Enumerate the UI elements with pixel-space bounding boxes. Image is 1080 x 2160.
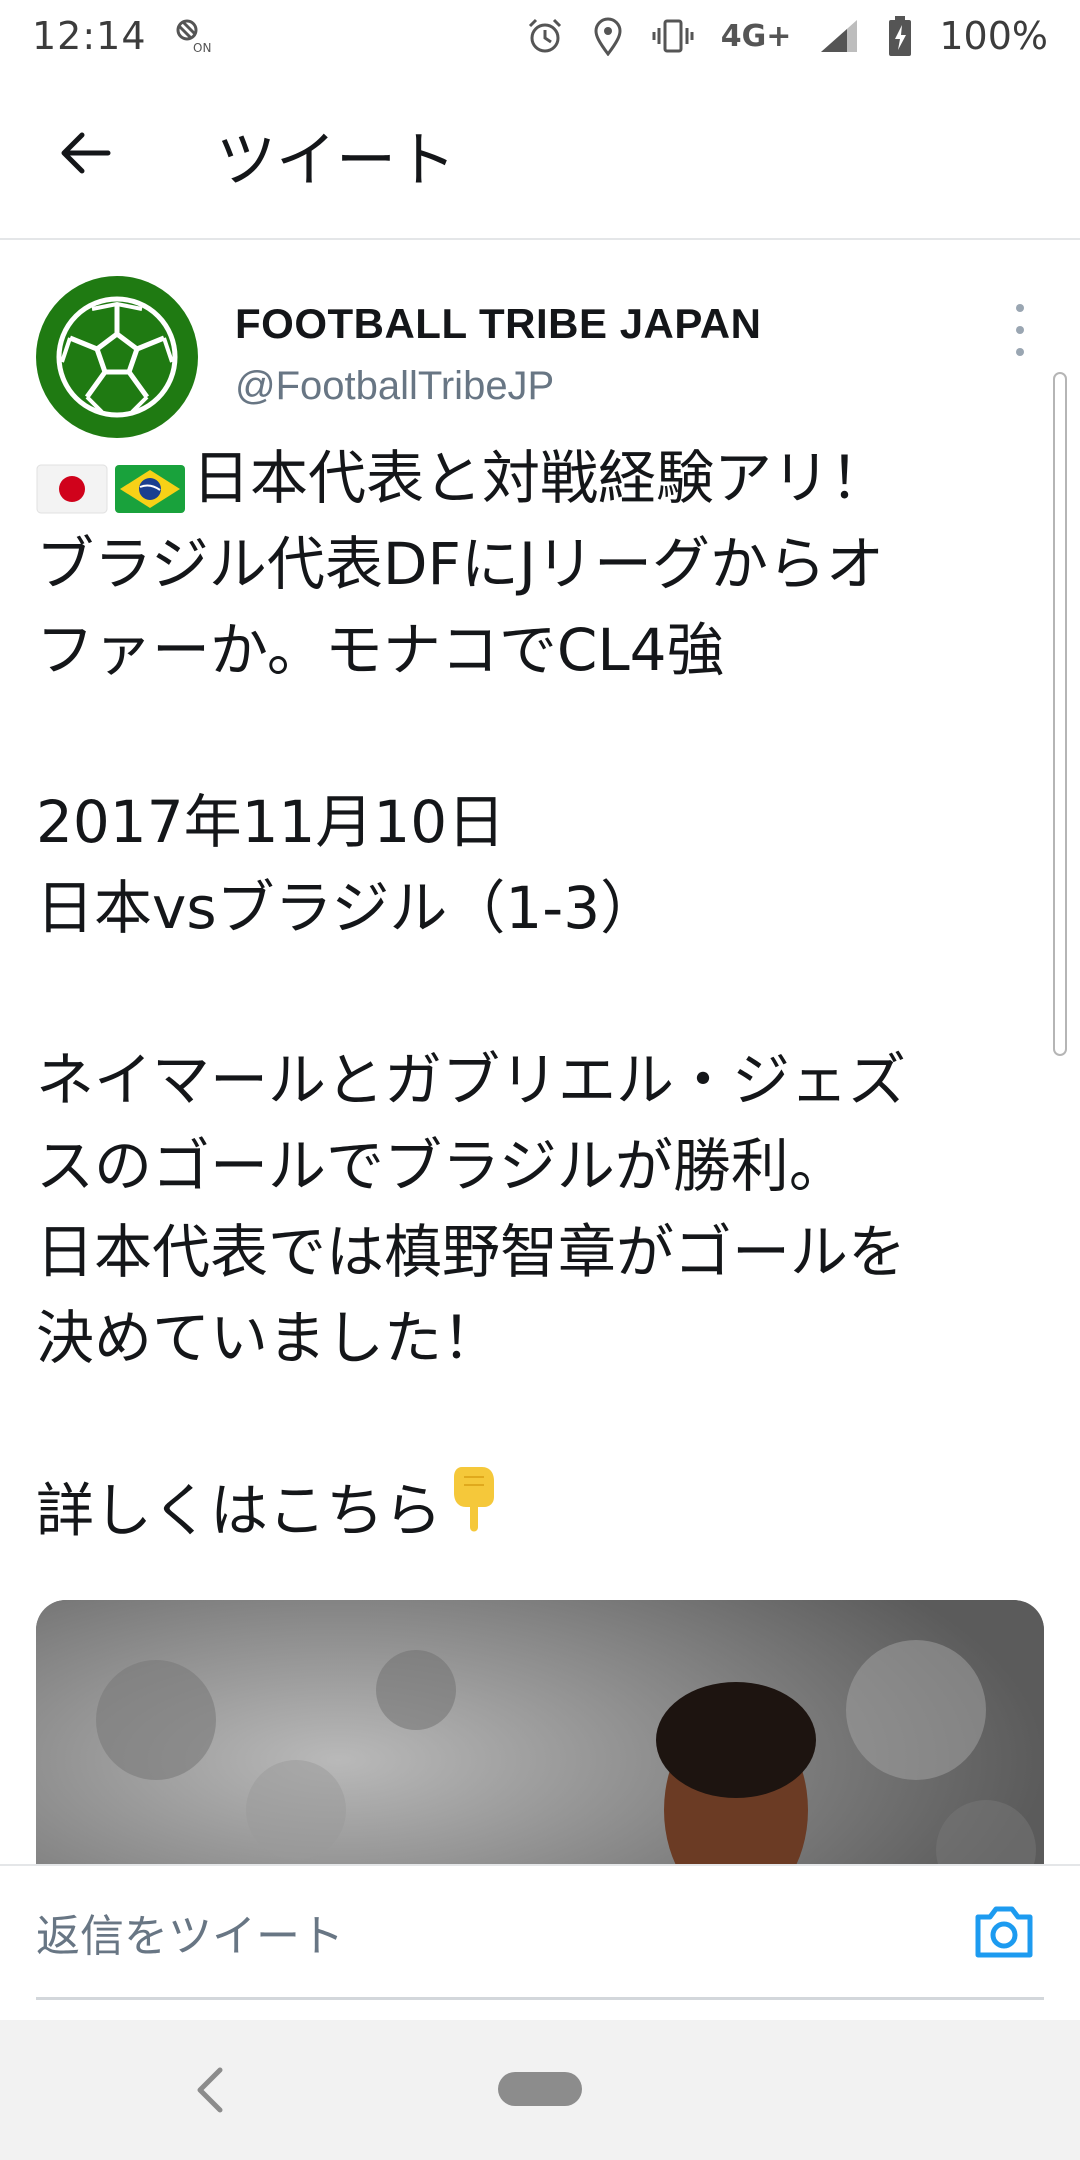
- vibrate-icon: [651, 16, 695, 56]
- flag-brazil-icon: [114, 451, 186, 513]
- location-icon: [591, 16, 625, 56]
- tweet-line: ファーか。モナコでCL4強: [36, 616, 725, 684]
- tweet-line: ブラジル代表DFにJリーグからオ: [36, 530, 884, 598]
- signal-icon: [817, 16, 861, 56]
- tweet-media[interactable]: [36, 1600, 1044, 1864]
- app-header: ツイート: [0, 72, 1080, 240]
- svg-text:ON: ON: [193, 41, 211, 55]
- pointing-down-icon: [448, 1463, 502, 1558]
- reply-bar: 返信をツイート: [0, 1864, 1080, 2020]
- flag-japan-icon: [36, 451, 108, 514]
- tweet[interactable]: FOOTBALL TRIBE JAPAN @FootballTribeJP 日本…: [0, 240, 1080, 1864]
- player-photo: [36, 1600, 1044, 1864]
- tweet-line: ネイマールとガブリエル・ジェズ: [36, 1046, 907, 1114]
- more-options-icon[interactable]: [1000, 300, 1040, 360]
- camera-icon[interactable]: [964, 1892, 1044, 1972]
- battery-level: 100%: [939, 14, 1048, 58]
- author-name[interactable]: FOOTBALL TRIBE JAPAN: [235, 300, 761, 348]
- author-handle[interactable]: @FootballTribeJP: [235, 364, 554, 409]
- nfc-on-icon: ON: [173, 16, 213, 56]
- battery-charging-icon: [887, 15, 913, 57]
- tweet-text: 日本代表と対戦経験アリ！ ブラジル代表DFにJリーグからオ ファーか。モナコでC…: [36, 435, 1046, 1553]
- scrollbar[interactable]: [1053, 372, 1067, 1056]
- tweet-line: 詳しくはこちら: [36, 1467, 1046, 1553]
- status-time: 12:14: [32, 14, 147, 58]
- tweet-line: 日本代表と対戦経験アリ！: [36, 435, 1046, 521]
- reply-input[interactable]: 返信をツイート: [36, 1866, 1044, 2000]
- tweet-line: 日本代表では槙野智章がゴールを: [36, 1218, 907, 1286]
- system-nav-bar: [0, 2020, 1080, 2160]
- tweet-line: 2017年11月10日: [36, 788, 506, 856]
- page-title: ツイート: [216, 125, 456, 196]
- tweet-line: 決めていました！: [36, 1304, 501, 1372]
- nav-back-icon[interactable]: [180, 2060, 240, 2120]
- tweet-line-text: 詳しくはこちら: [36, 1476, 443, 1545]
- nav-home-pill[interactable]: [498, 2072, 582, 2106]
- reply-placeholder: 返信をツイート: [36, 1910, 344, 1962]
- back-button[interactable]: [0, 71, 168, 239]
- soccer-ball-logo: [56, 296, 178, 418]
- alarm-icon: [525, 16, 565, 56]
- network-type: 4G+: [720, 18, 792, 54]
- avatar[interactable]: [36, 276, 198, 438]
- tweet-line: スのゴールでブラジルが勝利。: [36, 1132, 847, 1200]
- arrow-left-icon: [56, 129, 112, 181]
- status-bar: 12:14 ON 4G+ 100%: [0, 0, 1080, 72]
- tweet-line: 日本vsブラジル（1-3）: [36, 874, 659, 942]
- tweet-line-text: 日本代表と対戦経験アリ！: [192, 444, 889, 512]
